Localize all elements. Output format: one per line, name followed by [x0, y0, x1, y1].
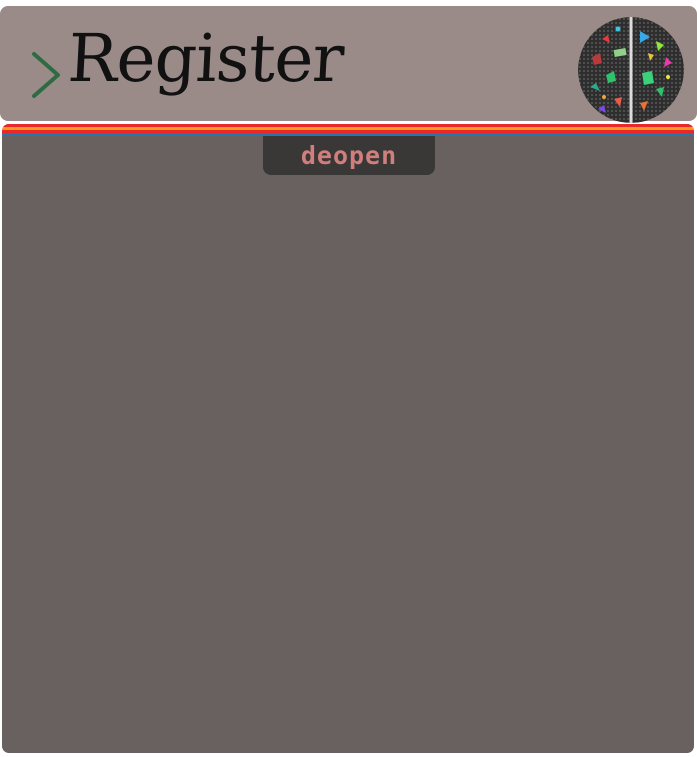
- chevron-right-icon: [32, 52, 60, 98]
- main-panel: deopen: [2, 124, 694, 753]
- header-bar: Register: [0, 6, 697, 123]
- page-title: Register: [65, 20, 346, 97]
- brain-mosaic-logo-icon[interactable]: [578, 17, 684, 123]
- brand-label: deopen: [300, 141, 398, 170]
- brand-tab[interactable]: deopen: [263, 136, 435, 175]
